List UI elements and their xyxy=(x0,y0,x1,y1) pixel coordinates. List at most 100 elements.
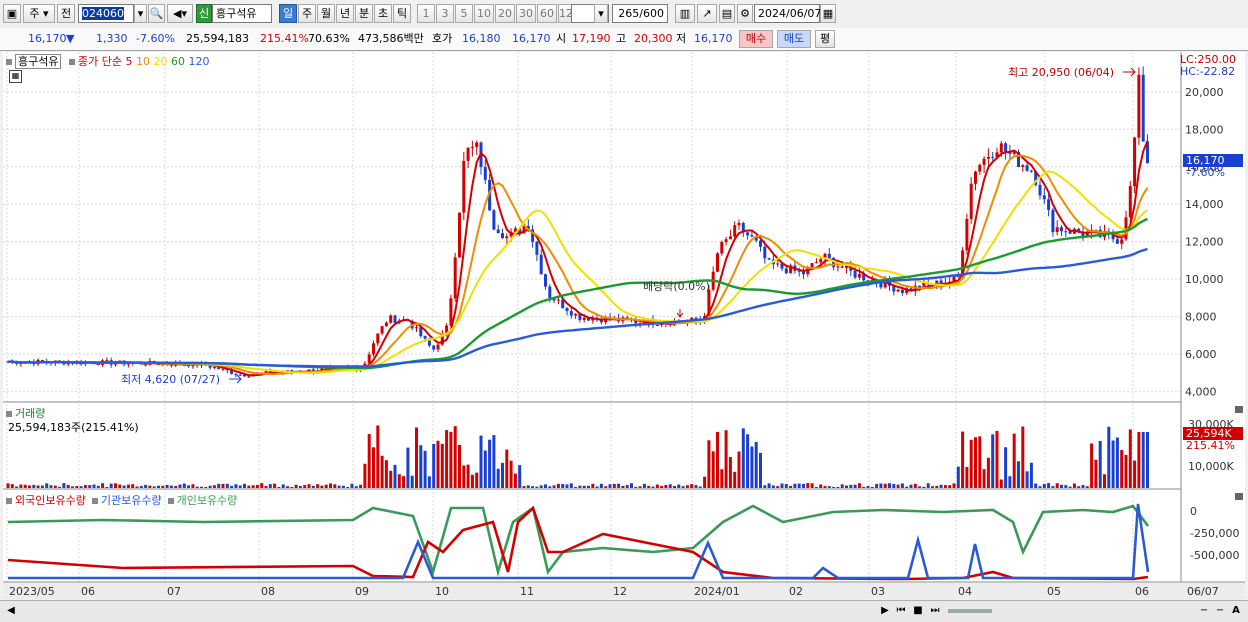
candle-type-icon[interactable]: ▥ xyxy=(675,4,695,23)
holding-legend-1[interactable]: 기관보유수량 xyxy=(101,494,162,507)
interval-1[interactable]: 1 xyxy=(417,4,435,23)
stock-name-field[interactable]: 흥구석유 xyxy=(212,4,272,23)
candle-body xyxy=(776,263,780,265)
calendar-icon[interactable]: ▦ xyxy=(820,4,836,23)
grid-toggle-icon[interactable]: ▦ xyxy=(9,70,22,83)
volume-bar xyxy=(1098,440,1102,488)
interval-dropdown-icon[interactable]: ▾ xyxy=(594,4,608,23)
candle-body xyxy=(900,289,904,294)
search-icon[interactable]: 🔍 xyxy=(148,4,165,23)
window-layout-icon[interactable]: ▣ xyxy=(3,4,21,23)
bar-count-field[interactable]: 265/600 xyxy=(612,4,668,23)
timeframe-0[interactable]: 일 xyxy=(279,4,297,23)
legend-ma-120[interactable]: 120 xyxy=(188,55,209,68)
timeframe-2[interactable]: 월 xyxy=(317,4,335,23)
timeframe-6[interactable]: 틱 xyxy=(393,4,411,23)
timeframe-5[interactable]: 초 xyxy=(374,4,392,23)
candle-body xyxy=(436,344,440,350)
timeframe-1[interactable]: 주 xyxy=(298,4,316,23)
timeframe-4[interactable]: 분 xyxy=(355,4,373,23)
scroll-first-icon[interactable]: ⏮ xyxy=(895,604,907,618)
font-size-icon[interactable]: A xyxy=(1230,604,1242,618)
legend-square-icon xyxy=(91,498,98,504)
timeframe-3[interactable]: 년 xyxy=(336,4,354,23)
zoom-slider[interactable] xyxy=(948,609,992,613)
interval-60[interactable]: 60 xyxy=(537,4,557,23)
volume-bar xyxy=(634,486,638,488)
interval-5[interactable]: 5 xyxy=(455,4,473,23)
scroll-left-icon[interactable]: ◀ xyxy=(6,604,16,618)
volume-bar xyxy=(582,485,586,488)
period-select[interactable]: 주 ▾ xyxy=(23,4,55,23)
volume-bar xyxy=(182,483,186,488)
scroll-last-icon[interactable]: ⏭ xyxy=(929,604,941,618)
indicator-icon[interactable]: ↗ xyxy=(697,4,717,23)
volume-bar xyxy=(286,486,289,488)
volume-bar xyxy=(660,485,664,488)
candle-body xyxy=(999,143,1003,153)
scroll-stop-icon[interactable]: ■ xyxy=(912,604,924,618)
legend-ma-10[interactable]: 10 xyxy=(136,55,154,68)
zoom-minus-icon[interactable]: − xyxy=(1214,604,1226,618)
volume-bar xyxy=(479,435,483,488)
volume-bar xyxy=(759,452,762,488)
volume-bar xyxy=(1081,485,1085,488)
candle-body xyxy=(582,317,586,320)
holding-legend-0[interactable]: 외국인보유수량 xyxy=(15,494,86,507)
save-icon[interactable]: ▤ xyxy=(719,4,735,23)
volume-bar xyxy=(642,483,646,488)
volume-bar xyxy=(320,485,324,488)
volume-bar xyxy=(561,484,565,488)
hoga-label: 호가 xyxy=(432,32,453,45)
candle-body xyxy=(466,147,470,161)
volume-bar xyxy=(565,484,569,488)
buy-button[interactable]: 매수 xyxy=(739,30,773,48)
prev-button[interactable]: 전 xyxy=(57,4,75,23)
price-tick-label: 18,000 xyxy=(1185,123,1224,136)
legend-ma-5[interactable]: 5 xyxy=(125,55,136,68)
candle-body xyxy=(1060,227,1063,232)
date-field[interactable]: 2024/06/07 xyxy=(754,4,821,23)
scroll-right-icon[interactable]: ▶ xyxy=(880,604,890,618)
volume-bar xyxy=(462,465,466,488)
interval-30[interactable]: 30 xyxy=(516,4,536,23)
legend-stock-name[interactable]: 흥구석유 xyxy=(15,54,62,69)
zoom-out-icon[interactable]: − xyxy=(1198,604,1210,618)
volume-bar xyxy=(1004,447,1008,488)
volume-bar xyxy=(66,484,70,488)
volume-bar xyxy=(200,486,203,488)
holding-legend-2[interactable]: 개인보유수량 xyxy=(177,494,238,507)
legend-ma-60[interactable]: 60 xyxy=(171,55,189,68)
volume-bar xyxy=(1064,485,1068,488)
stock-chart[interactable]: 20,00018,00016,00014,00012,00010,0008,00… xyxy=(3,52,1245,599)
candle-body xyxy=(376,333,380,344)
code-dropdown-icon[interactable]: ▾ xyxy=(134,4,147,23)
hc-label: HC:-22.82 xyxy=(1180,65,1235,78)
volume-bar xyxy=(539,485,543,488)
candle-body xyxy=(1120,239,1124,244)
volume-bar xyxy=(212,485,216,488)
candle-body xyxy=(380,326,384,334)
volume-bar xyxy=(15,486,19,488)
gear-icon[interactable]: ⚙ xyxy=(737,4,753,23)
candle-body xyxy=(728,236,732,240)
sell-button[interactable]: 매도 xyxy=(777,30,811,48)
chart-scrollbar[interactable]: ◀ ▶ ⏮ ■ ⏭ − − A xyxy=(0,600,1248,622)
sound-icon[interactable]: ◀▾ xyxy=(167,4,193,23)
volume-bar xyxy=(552,485,556,488)
interval-20[interactable]: 20 xyxy=(495,4,515,23)
legend-ma-20[interactable]: 20 xyxy=(153,55,171,68)
volume-bar xyxy=(62,483,66,488)
eval-button[interactable]: 평 xyxy=(815,30,835,48)
interval-10[interactable]: 10 xyxy=(474,4,494,23)
volume-bar xyxy=(1090,443,1094,488)
volume-bar xyxy=(58,486,62,488)
interval-3[interactable]: 3 xyxy=(436,4,454,23)
volume-bar xyxy=(294,484,298,488)
volume-bar xyxy=(1133,460,1137,488)
volume-bar xyxy=(509,460,513,488)
volume-bar xyxy=(685,485,689,488)
volume-bar xyxy=(741,428,745,488)
stock-code-input[interactable]: 024060 xyxy=(78,4,134,23)
volume-bar xyxy=(836,486,840,488)
